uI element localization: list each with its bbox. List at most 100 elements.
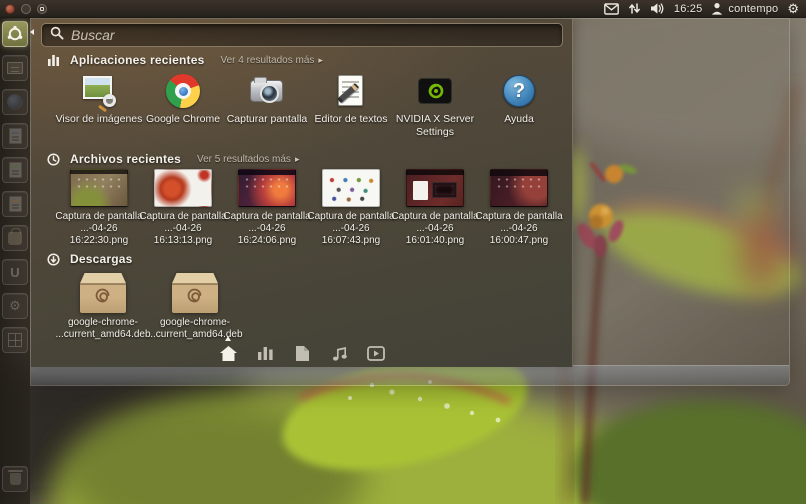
maximize-button[interactable]: [37, 4, 47, 14]
web-browser-icon: [3, 90, 27, 114]
unity-launcher: U ⚙: [0, 18, 30, 504]
clock[interactable]: 16:25: [674, 3, 703, 15]
file-label: Captura de pantalla...-04-26 16:24:06.pn…: [219, 211, 315, 248]
app-item-image-viewer[interactable]: Visor de imágenes: [57, 73, 141, 139]
chevron-right-icon: ▸: [295, 154, 300, 164]
impress-presentation-icon: [3, 192, 27, 216]
applications-lens-icon[interactable]: [254, 343, 276, 363]
dash-panel: Aplicaciones recientes Ver 4 resultados …: [31, 19, 573, 367]
deb-package-icon: [80, 273, 126, 313]
image-viewer-icon: [81, 73, 117, 109]
file-label: Captura de pantalla...-04-26 16:00:47.pn…: [471, 211, 567, 248]
launcher-item-software-center[interactable]: [2, 225, 28, 251]
close-button[interactable]: [5, 4, 15, 14]
dash-home-button[interactable]: [2, 21, 28, 47]
see-more-apps-link[interactable]: Ver 4 resultados más▸: [220, 55, 322, 66]
app-label: Visor de imágenes: [51, 113, 147, 126]
download-item[interactable]: google-chrome-...current_amd64.deb: [57, 273, 149, 341]
home-lens-icon[interactable]: [217, 343, 239, 363]
window-controls: [5, 4, 47, 14]
recent-files-row: Captura de pantalla...-04-26 16:22:30.pn…: [57, 169, 561, 248]
file-item[interactable]: Captura de pantalla...-04-26 16:13:13.pn…: [141, 169, 225, 248]
file-item[interactable]: Captura de pantalla...-04-26 16:22:30.pn…: [57, 169, 141, 248]
chevron-right-icon: ▸: [318, 55, 323, 65]
section-apps-header: Aplicaciones recientes Ver 4 resultados …: [47, 53, 323, 67]
minimize-button[interactable]: [21, 4, 31, 14]
app-item-screenshot[interactable]: Capturar pantalla: [225, 73, 309, 139]
camera-icon: [249, 73, 285, 109]
volume-indicator-icon[interactable]: [650, 2, 665, 15]
session-gear-icon[interactable]: ⚙: [787, 2, 799, 15]
nvidia-icon: [417, 73, 453, 109]
system-settings-icon: ⚙: [3, 294, 27, 318]
launcher-item-writer[interactable]: [2, 123, 28, 149]
section-title: Archivos recientes: [70, 152, 181, 166]
section-downloads-header: Descargas: [47, 252, 133, 266]
recent-apps-row: Visor de imágenes Google Chrome Capturar…: [57, 73, 561, 139]
app-item-google-chrome[interactable]: Google Chrome: [141, 73, 225, 139]
launcher-item-impress[interactable]: [2, 191, 28, 217]
app-label: Editor de textos: [303, 113, 399, 126]
file-thumbnail: [154, 169, 212, 207]
file-label: Captura de pantalla...-04-26 16:01:40.pn…: [387, 211, 483, 248]
calc-spreadsheet-icon: [3, 158, 27, 182]
text-editor-icon: [333, 73, 369, 109]
app-item-text-editor[interactable]: Editor de textos: [309, 73, 393, 139]
network-indicator-icon[interactable]: [628, 2, 641, 15]
trash-icon: [3, 467, 27, 491]
username-menu[interactable]: contempo: [728, 3, 778, 15]
search-bar[interactable]: [41, 23, 563, 47]
file-label: Captura de pantalla...-04-26 16:07:43.pn…: [303, 211, 399, 248]
ubuntu-one-icon: U: [3, 260, 27, 284]
active-app-arrow: [30, 29, 34, 35]
app-label: Capturar pantalla: [219, 113, 315, 126]
section-title: Aplicaciones recientes: [70, 53, 204, 67]
file-item[interactable]: Captura de pantalla...-04-26 16:24:06.pn…: [225, 169, 309, 248]
launcher-item-calc[interactable]: [2, 157, 28, 183]
software-center-icon: [3, 226, 27, 250]
search-input[interactable]: [71, 27, 554, 43]
lens-bar: [31, 343, 573, 363]
file-thumbnail: [322, 169, 380, 207]
download-icon: [47, 253, 60, 266]
dash-overlay: Aplicaciones recientes Ver 4 resultados …: [30, 18, 790, 386]
launcher-item-workspaces[interactable]: [2, 327, 28, 353]
file-item[interactable]: Captura de pantalla...-04-26 16:07:43.pn…: [309, 169, 393, 248]
file-item[interactable]: Captura de pantalla...-04-26 16:00:47.pn…: [477, 169, 561, 248]
app-label: NVIDIA X Server Settings: [387, 113, 483, 139]
file-item[interactable]: Captura de pantalla...-04-26 16:01:40.pn…: [393, 169, 477, 248]
section-title: Descargas: [70, 252, 133, 266]
launcher-item-settings[interactable]: ⚙: [2, 293, 28, 319]
mail-indicator-icon[interactable]: [604, 3, 619, 15]
desktop-screen: Aplicaciones recientes Ver 4 resultados …: [0, 0, 806, 504]
help-icon: ?: [501, 73, 537, 109]
workspace-switcher-icon: [3, 328, 27, 352]
section-files-header: Archivos recientes Ver 5 resultados más▸: [47, 152, 299, 166]
search-icon: [50, 26, 64, 45]
launcher-item-trash[interactable]: [2, 466, 28, 492]
launcher-item-ubuntu-one[interactable]: U: [2, 259, 28, 285]
download-item[interactable]: google-chrome-...current_amd64.deb: [149, 273, 241, 341]
app-item-nvidia-settings[interactable]: NVIDIA X Server Settings: [393, 73, 477, 139]
app-label: Google Chrome: [135, 113, 231, 126]
file-manager-icon: [3, 56, 27, 80]
file-thumbnail: [70, 169, 128, 207]
apps-lens-icon: [47, 54, 60, 67]
deb-package-icon: [172, 273, 218, 313]
music-lens-icon[interactable]: [328, 343, 350, 363]
user-icon: [711, 2, 723, 15]
download-label: google-chrome-...current_amd64.deb: [55, 317, 151, 341]
see-more-files-link[interactable]: Ver 5 resultados más▸: [197, 154, 299, 165]
top-panel: 16:25 contempo ⚙: [0, 0, 806, 18]
launcher-item-browser[interactable]: [2, 89, 28, 115]
video-lens-icon[interactable]: [365, 343, 387, 363]
dash-bottom-edge: [31, 365, 789, 385]
file-label: Captura de pantalla...-04-26 16:22:30.pn…: [51, 211, 147, 248]
chrome-icon: [165, 73, 201, 109]
app-item-help[interactable]: ? Ayuda: [477, 73, 561, 139]
ubuntu-logo-icon: [3, 22, 27, 46]
launcher-item-files[interactable]: [2, 55, 28, 81]
file-thumbnail: [490, 169, 548, 207]
files-lens-icon[interactable]: [291, 343, 313, 363]
file-thumbnail: [406, 169, 464, 207]
